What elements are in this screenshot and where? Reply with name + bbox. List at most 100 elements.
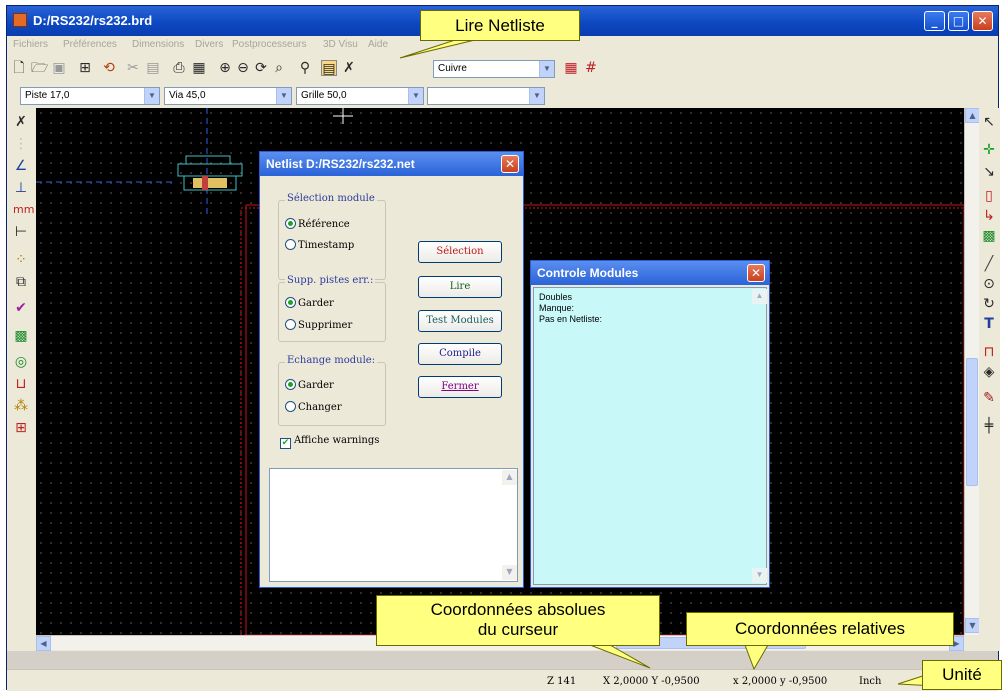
grid-toggle-icon[interactable]: ⋮ [13, 136, 29, 152]
local-ratsnest-icon[interactable]: ↘ [981, 164, 997, 180]
zoom-select[interactable]: ▼ [427, 87, 545, 105]
add-arc-icon[interactable]: ↻ [981, 296, 997, 312]
units-inch-icon[interactable]: ⊥ [13, 180, 29, 196]
via-size-select[interactable]: Via 45,0 ▼ [164, 87, 292, 105]
redraw-icon[interactable]: ⟳ [253, 60, 269, 76]
drc-icon[interactable]: ✗ [341, 60, 357, 76]
add-text-icon[interactable]: T [981, 316, 997, 332]
selection-module-group: Sélection module Référence Timestamp [278, 193, 386, 280]
modules-dialog-title: Controle Modules [531, 261, 769, 285]
radio-keep-module[interactable]: Garder [285, 379, 334, 391]
vertical-scroll-thumb[interactable] [966, 358, 978, 486]
layer-pair-icon[interactable]: ▦ [563, 60, 579, 76]
drc-off-icon[interactable]: ✗ [13, 114, 29, 130]
add-target-icon[interactable]: ◈ [981, 364, 997, 380]
find-icon[interactable]: ⚲ [297, 60, 313, 76]
radio-keep-module-label: Garder [298, 380, 334, 391]
radio-unchecked-icon [285, 319, 296, 330]
track-width-select[interactable]: Piste 17,0 ▼ [20, 87, 160, 105]
polar-coords-icon[interactable]: ∠ [13, 158, 29, 174]
menu-preferences[interactable]: Préférences [63, 39, 117, 50]
radio-unchecked-icon [285, 401, 296, 412]
save-icon[interactable]: ▣ [51, 60, 67, 76]
open-file-icon[interactable]: 🗁 [31, 60, 48, 76]
close-button[interactable]: ✕ [972, 11, 993, 31]
auto-delete-track-icon[interactable]: ✔ [13, 300, 29, 316]
delete-icon[interactable]: ✎ [981, 390, 997, 406]
add-zone-icon[interactable]: ▩ [981, 228, 997, 244]
scroll-down-icon[interactable]: ▼ [502, 565, 517, 580]
zoom-out-icon[interactable]: ⊖ [235, 60, 251, 76]
new-file-icon[interactable]: 🗋 [11, 60, 27, 76]
status-spacer [7, 651, 998, 669]
board-icon[interactable]: ⊞ [77, 60, 93, 76]
scroll-left-icon[interactable]: ◀ [36, 636, 51, 651]
menu-postprocesseurs[interactable]: Postprocesseurs [232, 39, 306, 50]
netlist-messages[interactable]: ▲ ▼ [269, 468, 518, 582]
scroll-up-icon[interactable]: ▲ [502, 470, 517, 485]
menu-aide[interactable]: Aide [368, 39, 388, 50]
radio-change-module[interactable]: Changer [285, 401, 342, 413]
close-dialog-button[interactable]: Fermer [418, 376, 502, 398]
scroll-down-icon[interactable]: ▼ [752, 568, 767, 583]
scroll-down-icon[interactable]: ▼ [965, 618, 980, 633]
radio-keep-tracks[interactable]: Garder [285, 297, 334, 309]
menu-divers[interactable]: Divers [195, 39, 223, 50]
layer-select[interactable]: Cuivre ▼ [433, 60, 555, 78]
radio-checked-icon [285, 379, 296, 390]
undo-icon[interactable]: ⟲ [101, 60, 117, 76]
track-sketch-icon[interactable]: ⊔ [13, 376, 29, 392]
grid-select[interactable]: Grille 50,0 ▼ [296, 87, 424, 105]
cursor-shape-icon[interactable]: ⊢ [13, 224, 29, 240]
modules-report[interactable]: Doubles Manque: Pas en Netliste: ▲ ▼ [533, 287, 767, 585]
netlist-dialog: Netlist D:/RS232/rs232.net ✕ Sélection m… [259, 151, 524, 588]
vertical-scrollbar[interactable]: ▲ ▼ [964, 108, 980, 635]
callout-absolute-line1: Coordonnées absolues [430, 600, 606, 619]
select-arrow-icon[interactable]: ↖ [981, 114, 997, 130]
grid-origin-icon[interactable]: ╪ [981, 418, 997, 434]
zone-fill-icon[interactable]: ▩ [13, 328, 29, 344]
zoom-in-icon[interactable]: ⊕ [217, 60, 233, 76]
zoom-auto-icon[interactable]: ⌕ [271, 60, 287, 76]
compile-button[interactable]: Compile [418, 343, 502, 365]
ratsnest-icon[interactable]: ⁘ [13, 252, 29, 268]
modules-close-icon[interactable]: ✕ [747, 264, 765, 282]
window-title: D:/RS232/rs232.brd [33, 13, 153, 28]
minimize-button[interactable]: _ [924, 11, 945, 31]
module-ratsnest-icon[interactable]: ⧉ [13, 274, 29, 290]
highlight-net-icon[interactable]: ✛ [981, 142, 997, 158]
paste-icon[interactable]: ▤ [145, 60, 161, 76]
test-modules-button[interactable]: Test Modules [418, 310, 502, 332]
menu-3d-visu[interactable]: 3D Visu [323, 39, 358, 50]
cut-icon[interactable]: ✂ [125, 60, 141, 76]
add-track-icon[interactable]: ↳ [981, 208, 997, 224]
add-module-icon[interactable]: ▯ [981, 188, 997, 204]
track-width-value: Piste 17,0 [25, 90, 70, 101]
radio-delete-tracks[interactable]: Supprimer [285, 319, 352, 331]
read-netlist-icon[interactable]: ▤ [321, 60, 337, 77]
netlist-close-icon[interactable]: ✕ [501, 155, 519, 173]
units-mm-icon[interactable]: mm [13, 202, 34, 218]
menu-dimensions[interactable]: Dimensions [132, 39, 184, 50]
add-dimension-icon[interactable]: ⊓ [981, 344, 997, 360]
maximize-button[interactable]: □ [948, 11, 969, 31]
read-button[interactable]: Lire [418, 276, 502, 298]
tracks-group-label: Supp. pistes err.: [285, 275, 376, 286]
add-line-icon[interactable]: ╱ [981, 256, 997, 272]
radio-change-label: Changer [298, 402, 342, 413]
autoroute-icon[interactable]: # [583, 60, 599, 76]
radio-timestamp[interactable]: Timestamp [285, 239, 354, 251]
radio-reference[interactable]: Référence [285, 218, 350, 230]
pad-sketch-icon[interactable]: ◎ [13, 354, 29, 370]
callout-absolute-coords: Coordonnées absolues du curseur [376, 595, 660, 646]
show-warnings-checkbox[interactable]: ✔ Affiche warnings [280, 435, 379, 449]
plot-icon[interactable]: ▦ [191, 60, 207, 76]
scroll-up-icon[interactable]: ▲ [965, 108, 980, 123]
microwave-icon[interactable]: ⊞ [13, 420, 29, 436]
print-icon[interactable]: ⎙ [171, 60, 187, 76]
menu-fichiers[interactable]: Fichiers [13, 39, 48, 50]
scroll-up-icon[interactable]: ▲ [752, 289, 767, 304]
selection-button[interactable]: Sélection [418, 241, 502, 263]
add-circle-icon[interactable]: ⊙ [981, 276, 997, 292]
high-contrast-icon[interactable]: ⁂ [13, 398, 29, 414]
